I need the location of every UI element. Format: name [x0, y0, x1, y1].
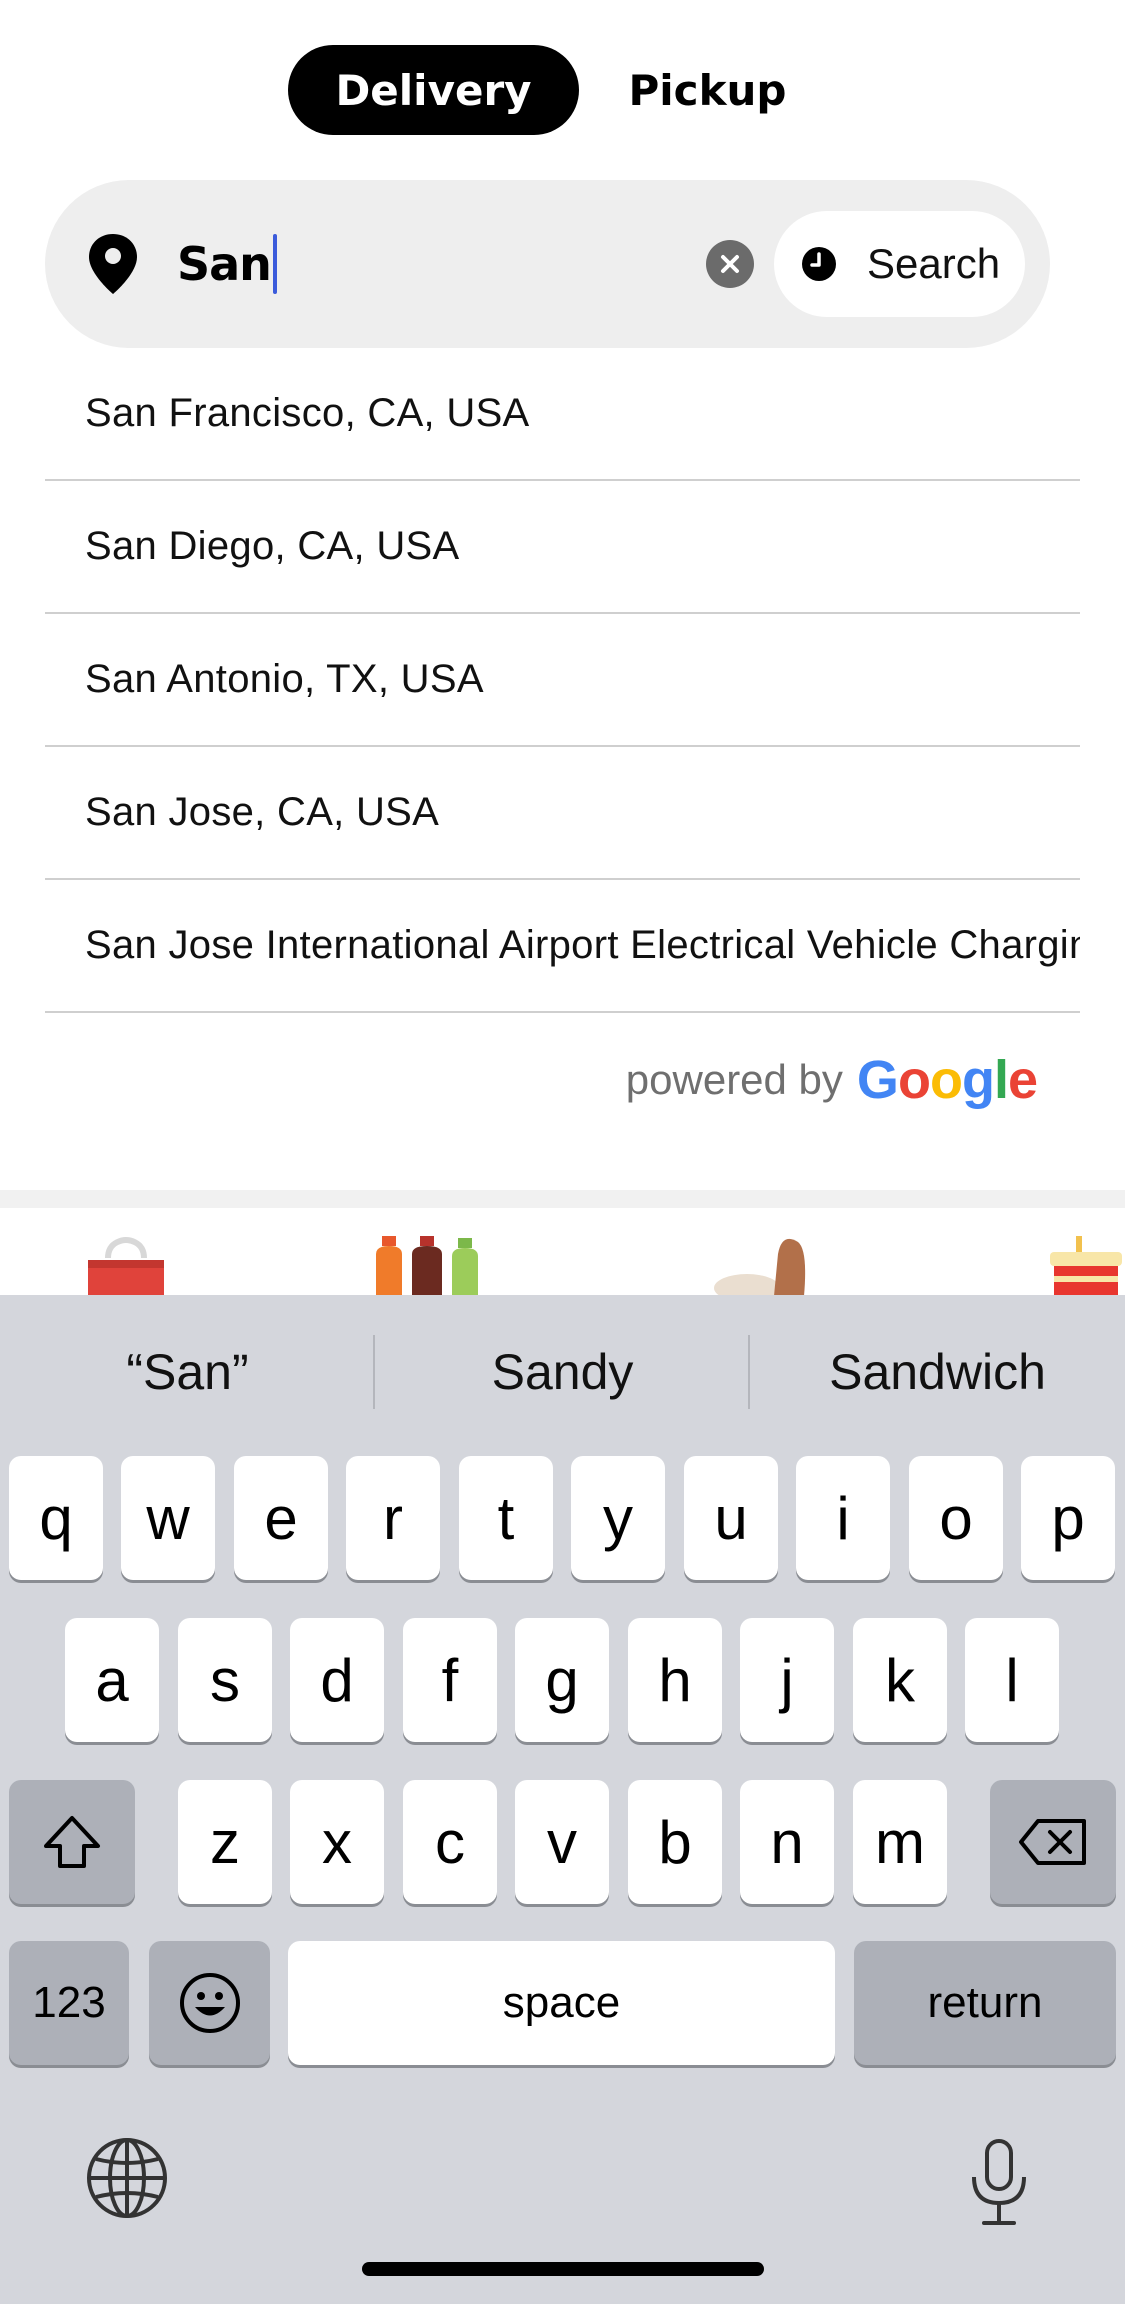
bread-icon[interactable]	[712, 1236, 832, 1296]
key-q[interactable]: q	[9, 1456, 103, 1580]
key-d[interactable]: d	[290, 1618, 384, 1742]
suggestion-item[interactable]: San Diego, CA, USA	[45, 481, 1080, 614]
emoji-key[interactable]	[149, 1941, 270, 2065]
suggestion-item[interactable]: San Francisco, CA, USA	[45, 348, 1080, 481]
suggestion-item[interactable]: San Antonio, TX, USA	[45, 614, 1080, 747]
suggestion-label: San Francisco, CA, USA	[85, 391, 530, 435]
screen: Delivery Pickup San Search San Francisco…	[0, 0, 1125, 2304]
key-i[interactable]: i	[796, 1456, 890, 1580]
keyboard: “San” Sandy Sandwich q w e r t y u i o p…	[0, 1295, 1125, 2304]
key-p[interactable]: p	[1021, 1456, 1115, 1580]
location-pin-icon	[89, 234, 137, 294]
suggestion-label: San Diego, CA, USA	[85, 524, 460, 568]
fast-food-icon[interactable]	[1046, 1236, 1125, 1296]
key-r[interactable]: r	[346, 1456, 440, 1580]
key-c[interactable]: c	[403, 1780, 497, 1904]
suggestion-item[interactable]: San Jose International Airport Electrica…	[45, 880, 1080, 1013]
key-n[interactable]: n	[740, 1780, 834, 1904]
close-icon	[721, 255, 739, 273]
pickup-tab[interactable]: Pickup	[600, 45, 815, 135]
backspace-icon	[1019, 1819, 1086, 1865]
emoji-icon	[179, 1973, 240, 2033]
key-x[interactable]: x	[290, 1780, 384, 1904]
prediction-item[interactable]: Sandwich	[750, 1295, 1125, 1450]
delivery-tab[interactable]: Delivery	[288, 45, 579, 135]
suggestion-label: San Jose, CA, USA	[85, 790, 440, 834]
text-caret	[272, 234, 277, 294]
key-o[interactable]: o	[909, 1456, 1003, 1580]
key-m[interactable]: m	[853, 1780, 947, 1904]
key-a[interactable]: a	[65, 1618, 159, 1742]
suggestion-item[interactable]: San Jose, CA, USA	[45, 747, 1080, 880]
schedule-button-label: Search	[867, 240, 1001, 287]
powered-by-text: powered by	[625, 1056, 843, 1103]
return-key[interactable]: return	[854, 1941, 1116, 2065]
category-strip	[0, 1208, 1125, 1296]
shift-arrow-icon	[44, 1816, 100, 1868]
globe-icon[interactable]	[86, 2137, 168, 2219]
address-search-input[interactable]: San	[177, 222, 737, 306]
suggestion-label: San Antonio, TX, USA	[85, 657, 484, 701]
key-j[interactable]: j	[740, 1618, 834, 1742]
prediction-item[interactable]: Sandy	[375, 1295, 750, 1450]
address-search-bar: San Search	[45, 180, 1050, 348]
key-s[interactable]: s	[178, 1618, 272, 1742]
google-logo: Google	[856, 1050, 1038, 1110]
key-k[interactable]: k	[853, 1618, 947, 1742]
key-u[interactable]: u	[684, 1456, 778, 1580]
key-l[interactable]: l	[965, 1618, 1059, 1742]
backspace-key[interactable]	[990, 1780, 1116, 1904]
key-t[interactable]: t	[459, 1456, 553, 1580]
key-g[interactable]: g	[515, 1618, 609, 1742]
key-z[interactable]: z	[178, 1780, 272, 1904]
shift-key[interactable]	[9, 1780, 135, 1904]
clock-icon	[802, 247, 836, 281]
key-b[interactable]: b	[628, 1780, 722, 1904]
predictive-text-bar: “San” Sandy Sandwich	[0, 1295, 1125, 1450]
key-v[interactable]: v	[515, 1780, 609, 1904]
shopping-bag-icon[interactable]	[86, 1236, 166, 1296]
clear-search-icon[interactable]	[706, 240, 754, 288]
suggestions-list: San Francisco, CA, USA San Diego, CA, US…	[45, 348, 1080, 1013]
suggestion-label: San Jose International Airport Electrica…	[85, 923, 1080, 967]
key-e[interactable]: e	[234, 1456, 328, 1580]
key-h[interactable]: h	[628, 1618, 722, 1742]
prediction-item[interactable]: “San”	[0, 1295, 375, 1450]
key-w[interactable]: w	[121, 1456, 215, 1580]
powered-by-google: powered by Google	[625, 1045, 1038, 1115]
space-key[interactable]: space	[288, 1941, 835, 2065]
key-f[interactable]: f	[403, 1618, 497, 1742]
drinks-icon[interactable]	[372, 1236, 484, 1296]
key-y[interactable]: y	[571, 1456, 665, 1580]
microphone-icon[interactable]	[966, 2137, 1032, 2227]
numbers-key[interactable]: 123	[9, 1941, 129, 2065]
search-input-value: San	[177, 237, 272, 291]
home-indicator[interactable]	[362, 2262, 764, 2276]
schedule-search-button[interactable]: Search	[774, 211, 1025, 317]
mode-toggle: Delivery Pickup	[0, 45, 1125, 135]
section-divider	[0, 1190, 1125, 1208]
